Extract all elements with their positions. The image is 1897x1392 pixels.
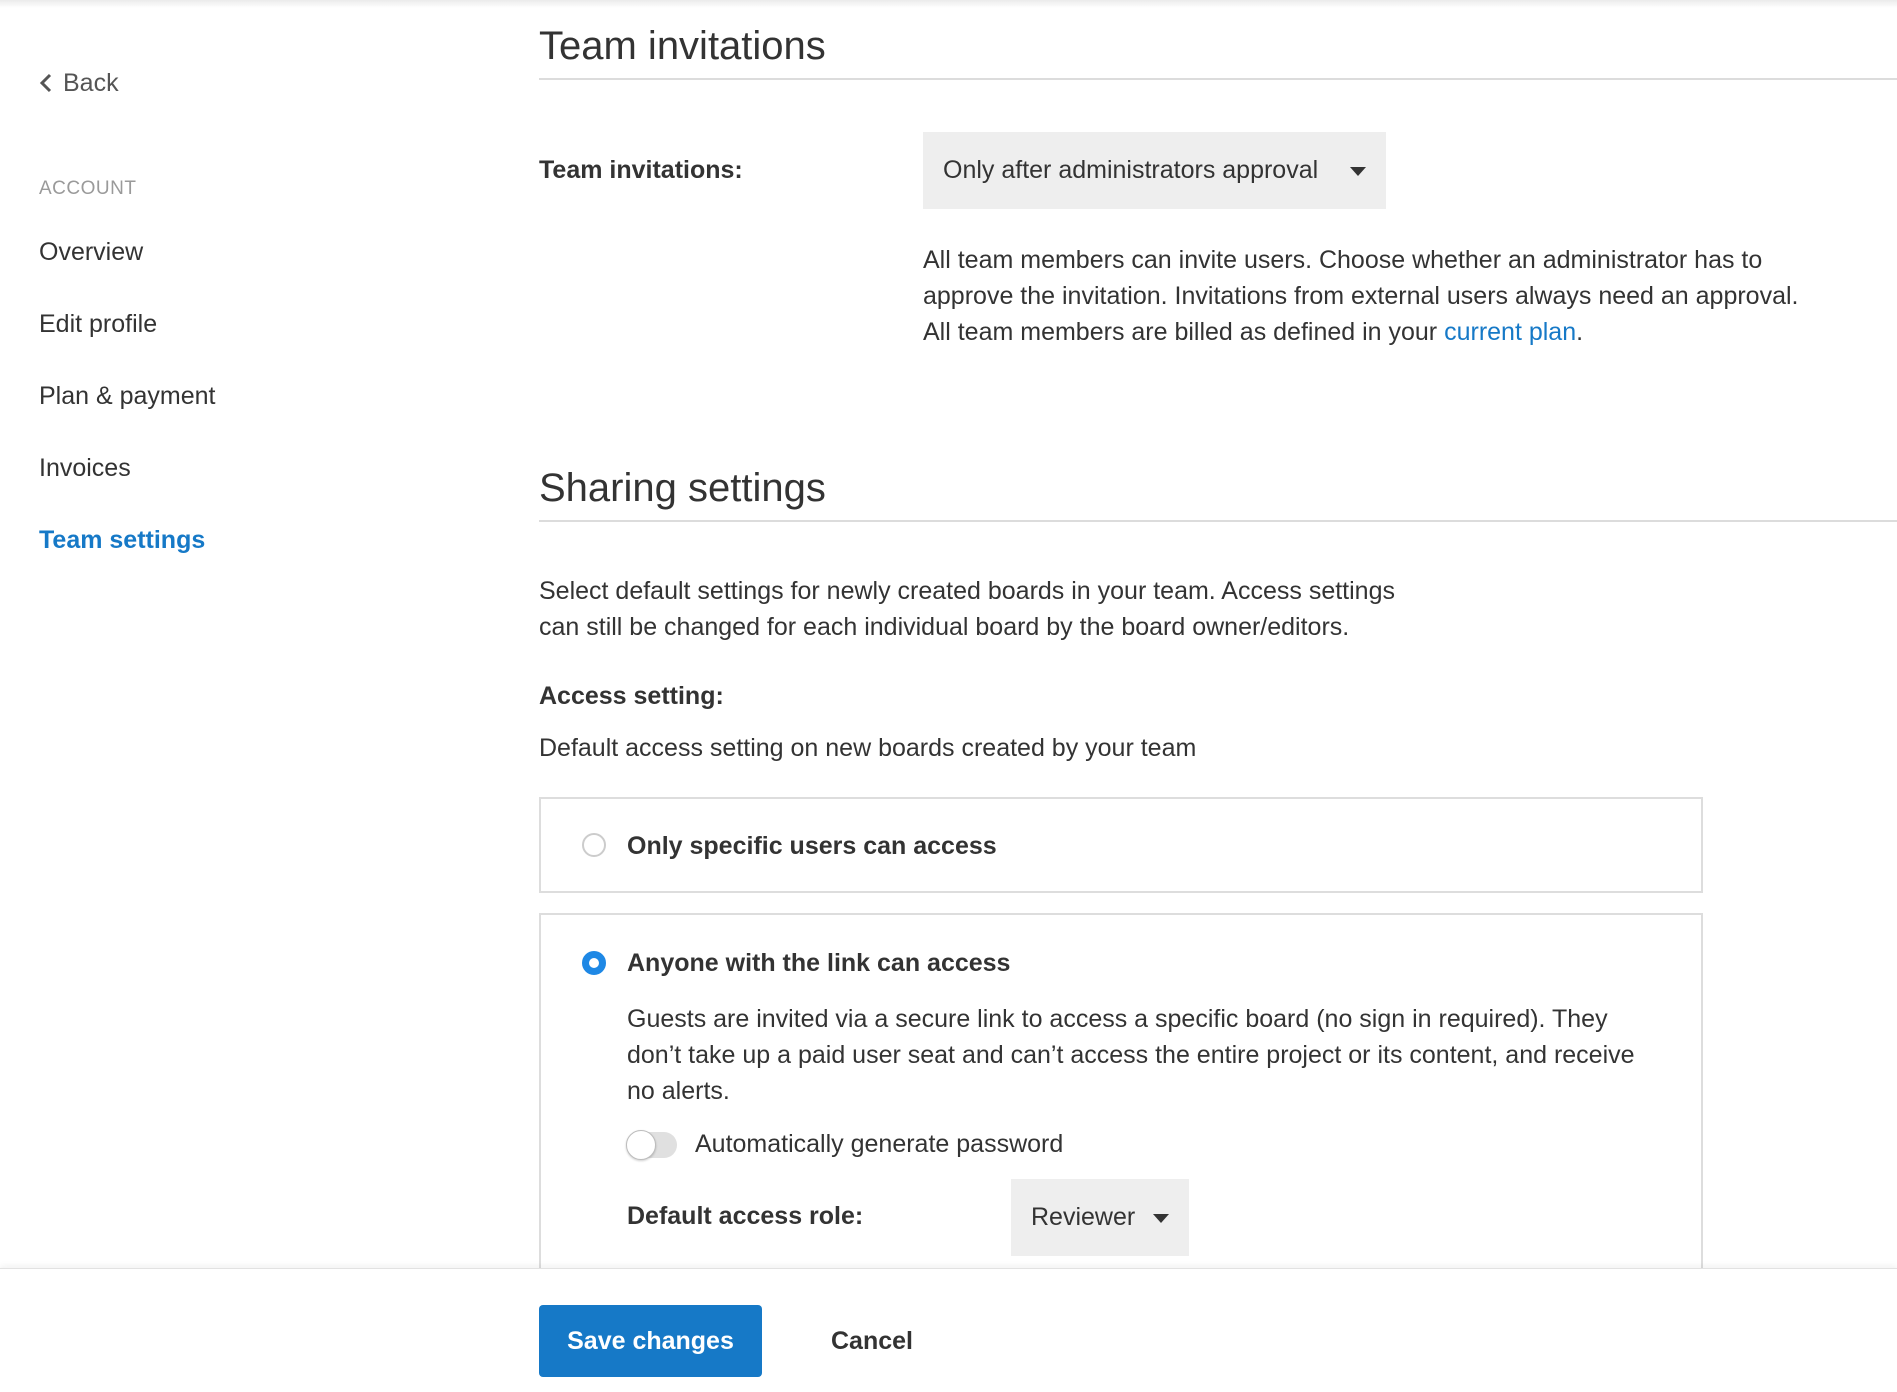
team-invitations-select[interactable]: Only after administrators approval bbox=[923, 132, 1386, 209]
default-access-role-select[interactable]: Reviewer bbox=[1011, 1179, 1189, 1256]
sidebar-item-overview[interactable]: Overview bbox=[39, 238, 143, 267]
sharing-intro: Select default settings for newly create… bbox=[539, 577, 1395, 641]
radio-anyone-with-link[interactable] bbox=[582, 951, 606, 975]
default-access-role-value: Reviewer bbox=[1031, 1203, 1136, 1231]
caret-down-icon bbox=[1153, 1213, 1169, 1223]
team-invitations-select-value: Only after administrators approval bbox=[943, 156, 1319, 184]
team-invitations-description-end: . bbox=[1576, 318, 1584, 346]
sidebar-item-invoices[interactable]: Invoices bbox=[39, 454, 131, 483]
auto-password-toggle[interactable] bbox=[626, 1130, 677, 1160]
sharing-settings-title: Sharing settings bbox=[539, 466, 826, 510]
back-label: Back bbox=[63, 68, 119, 97]
team-invitations-description-text: All team members can invite users. Choos… bbox=[923, 246, 1799, 346]
cancel-button[interactable]: Cancel bbox=[790, 1305, 954, 1377]
access-option-specific-users-label: Only specific users can access bbox=[627, 832, 997, 860]
access-setting-help: Default access setting on new boards cre… bbox=[539, 734, 1197, 762]
back-link[interactable]: Back bbox=[39, 67, 119, 99]
sidebar-item-plan-payment[interactable]: Plan & payment bbox=[39, 382, 216, 411]
chevron-left-icon bbox=[39, 73, 52, 93]
team-settings-page: Back ACCOUNT Overview Edit profile Plan … bbox=[0, 0, 1897, 1392]
caret-down-icon bbox=[1350, 166, 1366, 176]
footer-actions: Save changes Cancel bbox=[0, 1268, 1897, 1392]
toggle-knob bbox=[626, 1130, 656, 1160]
access-option-anyone-with-link[interactable]: Anyone with the link can access Guests a… bbox=[539, 913, 1703, 1273]
access-option-anyone-with-link-label: Anyone with the link can access bbox=[627, 949, 1011, 977]
team-invitations-description: All team members can invite users. Choos… bbox=[923, 242, 1803, 350]
sidebar-item-team-settings[interactable]: Team settings bbox=[39, 526, 205, 555]
team-invitations-divider bbox=[539, 78, 1897, 80]
current-plan-link[interactable]: current plan bbox=[1444, 318, 1576, 346]
auto-password-label: Automatically generate password bbox=[695, 1130, 1064, 1158]
sidebar-section-account: ACCOUNT bbox=[39, 178, 137, 199]
default-access-role-label: Default access role: bbox=[627, 1202, 864, 1230]
sidebar: Back ACCOUNT Overview Edit profile Plan … bbox=[39, 0, 439, 1268]
main-content: Team invitations Team invitations: Only … bbox=[539, 0, 1897, 1273]
guest-description: Guests are invited via a secure link to … bbox=[627, 1005, 1635, 1105]
sharing-settings-divider bbox=[539, 520, 1897, 522]
access-option-specific-users[interactable]: Only specific users can access bbox=[539, 797, 1703, 893]
access-setting-label: Access setting: bbox=[539, 682, 724, 710]
radio-specific-users[interactable] bbox=[582, 833, 606, 857]
save-changes-button[interactable]: Save changes bbox=[539, 1305, 762, 1377]
team-invitations-title: Team invitations bbox=[539, 24, 826, 68]
team-invitations-label: Team invitations: bbox=[539, 156, 743, 184]
sidebar-item-edit-profile[interactable]: Edit profile bbox=[39, 310, 157, 339]
